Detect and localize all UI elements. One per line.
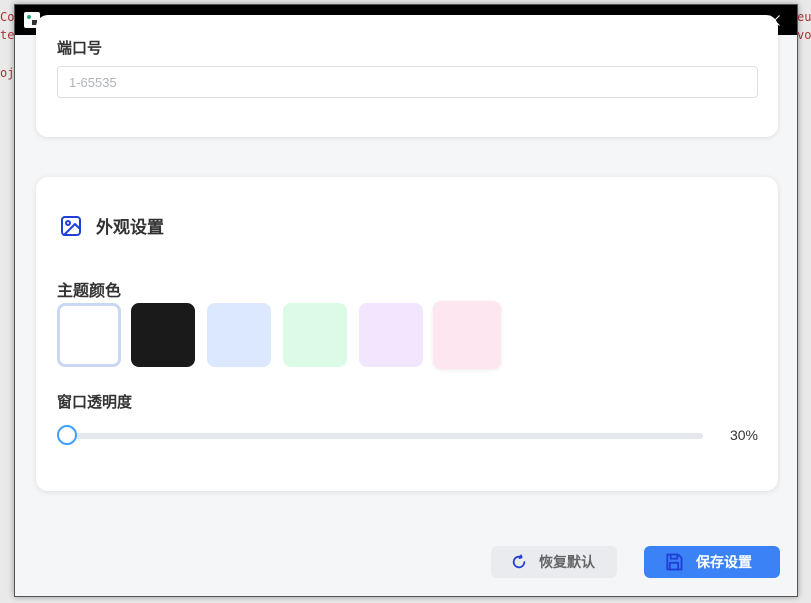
background-text: vo <box>797 28 811 42</box>
theme-color-label: 主题颜色 <box>57 281 122 300</box>
theme-swatch-black[interactable] <box>131 303 195 367</box>
settings-content: 端口号 外观设置 主题颜色 窗口透明度 <box>15 15 797 596</box>
refresh-icon <box>512 554 526 569</box>
appearance-header: 外观设置 <box>59 213 164 238</box>
theme-swatch-purple[interactable] <box>359 303 423 367</box>
opacity-value: 30% <box>729 427 758 443</box>
theme-swatch-pink[interactable] <box>433 301 501 369</box>
port-label: 端口号 <box>57 39 103 57</box>
theme-swatch-white[interactable] <box>57 303 121 367</box>
save-settings-label: 保存设置 <box>696 555 752 571</box>
appearance-title: 外观设置 <box>96 218 164 238</box>
save-icon <box>666 553 683 571</box>
background-text: oj <box>0 66 15 80</box>
background-text: Co <box>0 10 15 24</box>
theme-swatch-green[interactable] <box>283 303 347 367</box>
opacity-slider-track[interactable] <box>67 433 703 439</box>
save-settings-button[interactable]: 保存设置 <box>644 546 780 578</box>
port-card: 端口号 <box>36 15 778 137</box>
opacity-slider-thumb[interactable] <box>57 425 77 445</box>
background-text: te <box>0 28 15 42</box>
theme-swatch-blue[interactable] <box>207 303 271 367</box>
opacity-label: 窗口透明度 <box>57 393 133 411</box>
app-window: todoList 端口号 外观设置 主题颜色 <box>14 4 798 597</box>
reset-defaults-button[interactable]: 恢复默认 <box>491 546 617 578</box>
port-input[interactable] <box>57 66 758 98</box>
appearance-card: 外观设置 主题颜色 窗口透明度 30% <box>36 177 778 491</box>
background-text: eu <box>797 10 811 24</box>
image-icon <box>61 215 81 236</box>
reset-defaults-label: 恢复默认 <box>539 555 595 571</box>
